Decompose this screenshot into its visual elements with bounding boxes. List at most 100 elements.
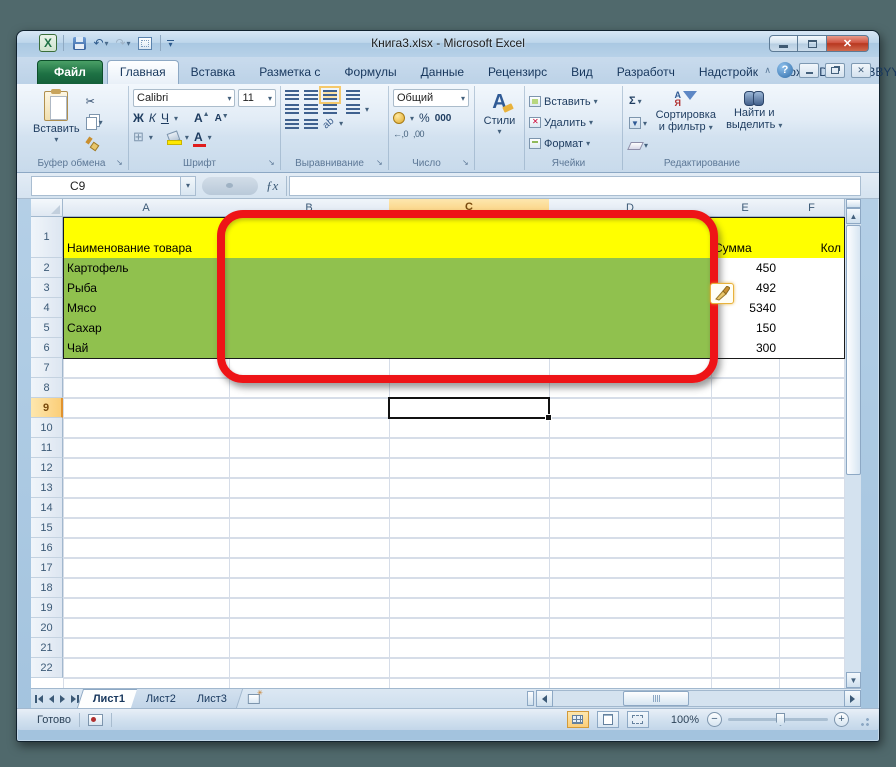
tab-file[interactable]: Файл (37, 60, 103, 84)
vertical-scroll-thumb[interactable] (846, 225, 861, 475)
number-format-combo[interactable]: Общий ▾ (393, 89, 469, 107)
tab-7[interactable]: Вид (559, 61, 605, 84)
minimize-button[interactable] (769, 35, 798, 52)
workbook-minimize-button[interactable] (799, 62, 819, 78)
number-dialog-launcher[interactable]: ↘ (462, 158, 472, 168)
copy-button[interactable]: ▾ (84, 113, 105, 131)
name-box[interactable]: C9 (31, 175, 181, 196)
align-center-button[interactable] (304, 104, 318, 114)
first-sheet-button[interactable] (35, 694, 43, 703)
select-all-corner[interactable] (31, 199, 63, 217)
zoom-level[interactable]: 100% (671, 714, 699, 726)
percent-format-button[interactable]: % (419, 111, 430, 125)
shrink-font-button[interactable]: А▼ (215, 113, 229, 124)
align-left-button[interactable] (285, 104, 299, 114)
italic-button[interactable]: К (149, 111, 156, 125)
orientation-button[interactable]: ab (321, 116, 337, 132)
underline-button[interactable]: Ч (161, 111, 169, 125)
tab-split-handle[interactable] (527, 691, 534, 706)
insert-function-icon[interactable]: ƒx (264, 178, 286, 194)
row-header-12[interactable]: 12 (31, 458, 63, 478)
horizontal-scroll-track[interactable] (553, 690, 844, 707)
paste-button[interactable]: Вставить ▾ (29, 89, 84, 154)
cell-A4[interactable]: Мясо (63, 298, 230, 319)
grow-font-button[interactable]: А▲ (194, 111, 210, 125)
tab-4[interactable]: Формулы (332, 61, 408, 84)
font-size-combo[interactable]: 11 ▾ (238, 89, 276, 107)
cut-button[interactable]: ✂ (84, 92, 105, 110)
increase-indent-button[interactable] (304, 118, 318, 129)
align-top-button[interactable] (285, 90, 299, 100)
collapse-ribbon-icon[interactable]: ∧ (764, 65, 771, 76)
tab-9[interactable]: Надстройк (687, 61, 770, 84)
worksheet-grid[interactable]: ▲ ▼ A B C D E F 1 2 3 4 5 6 7 8 9 10 11 12 13 14 15 16 17 18 19 2… (31, 199, 861, 688)
find-select-button[interactable]: Найти и выделить ▾ (721, 89, 787, 154)
autosum-button[interactable]: Σ ▾ (627, 92, 650, 110)
styles-button[interactable]: А Стили ▾ (479, 89, 520, 138)
column-header-A[interactable]: A (63, 199, 230, 217)
row-header-7[interactable]: 7 (31, 358, 63, 378)
prev-sheet-button[interactable] (49, 694, 54, 703)
maximize-button[interactable] (798, 35, 827, 52)
horizontal-scroll-thumb[interactable] (623, 691, 689, 706)
scroll-left-button[interactable] (536, 690, 553, 707)
font-color-button[interactable]: А (192, 131, 206, 147)
cell-A6[interactable]: Чай (63, 338, 230, 359)
cell-F6[interactable] (779, 338, 845, 359)
sheet-tab-Лист3[interactable]: Лист3 (182, 689, 244, 708)
bold-button[interactable]: Ж (133, 111, 144, 125)
clear-button[interactable]: ▾ (627, 136, 650, 154)
zoom-in-button[interactable]: + (834, 712, 849, 727)
row-header-17[interactable]: 17 (31, 558, 63, 578)
workbook-close-button[interactable]: ✕ (851, 62, 871, 78)
row-header-3[interactable]: 3 (31, 278, 63, 298)
cell-A3[interactable]: Рыба (63, 278, 230, 299)
delete-cells-button[interactable]: Удалить▾ (529, 113, 618, 132)
page-layout-view-button[interactable] (596, 711, 619, 728)
row-header-19[interactable]: 19 (31, 598, 63, 618)
cell-A5[interactable]: Сахар (63, 318, 230, 339)
cell-F3[interactable] (779, 278, 845, 299)
cell-E6[interactable]: 300 (711, 338, 780, 359)
cell-E1[interactable]: Сумма (711, 217, 780, 259)
format-cells-button[interactable]: Формат ▾ (529, 134, 618, 153)
row-header-2[interactable]: 2 (31, 258, 63, 278)
page-break-view-button[interactable] (626, 711, 649, 728)
row-header-18[interactable]: 18 (31, 578, 63, 598)
scroll-up-button[interactable]: ▲ (846, 208, 861, 224)
insert-cells-button[interactable]: Вставить ▾ (529, 92, 618, 111)
cell-F2[interactable] (779, 258, 845, 279)
help-icon[interactable]: ? (777, 62, 793, 78)
cell-E2[interactable]: 450 (711, 258, 780, 279)
cell-A2[interactable]: Картофель (63, 258, 230, 279)
row-header-11[interactable]: 11 (31, 438, 63, 458)
font-dialog-launcher[interactable]: ↘ (268, 158, 278, 168)
resize-grip[interactable] (857, 713, 869, 726)
formula-bar-handle[interactable] (202, 176, 258, 195)
zoom-slider-track[interactable] (728, 713, 828, 726)
align-right-button[interactable] (323, 104, 337, 114)
tab-3[interactable]: Разметка с (247, 61, 332, 84)
scroll-down-button[interactable]: ▼ (846, 672, 861, 688)
align-bottom-button[interactable] (319, 86, 341, 104)
row-header-6[interactable]: 6 (31, 338, 63, 358)
row-header-14[interactable]: 14 (31, 498, 63, 518)
row-header-9[interactable]: 9 (31, 398, 63, 418)
decrease-indent-button[interactable] (285, 118, 299, 129)
row-header-10[interactable]: 10 (31, 418, 63, 438)
tab-5[interactable]: Данные (409, 61, 476, 84)
align-middle-button[interactable] (304, 90, 318, 100)
macro-record-icon[interactable] (87, 713, 103, 726)
name-box-dropdown[interactable]: ▾ (181, 175, 196, 196)
format-painter-button[interactable] (84, 134, 105, 152)
split-handle[interactable] (846, 199, 861, 208)
cell-F4[interactable] (779, 298, 845, 319)
increase-decimal-button[interactable]: ←,0 (393, 129, 409, 139)
row-header-22[interactable]: 22 (31, 658, 63, 678)
scroll-right-button[interactable] (844, 690, 861, 707)
wrap-text-button[interactable] (346, 90, 360, 100)
sort-filter-button[interactable]: АЯ Сортировка и фильтр ▾ (650, 89, 721, 154)
horizontal-scrollbar[interactable] (527, 689, 861, 708)
tab-8[interactable]: Разработч (605, 61, 687, 84)
insert-worksheet-tab[interactable] (237, 689, 271, 708)
